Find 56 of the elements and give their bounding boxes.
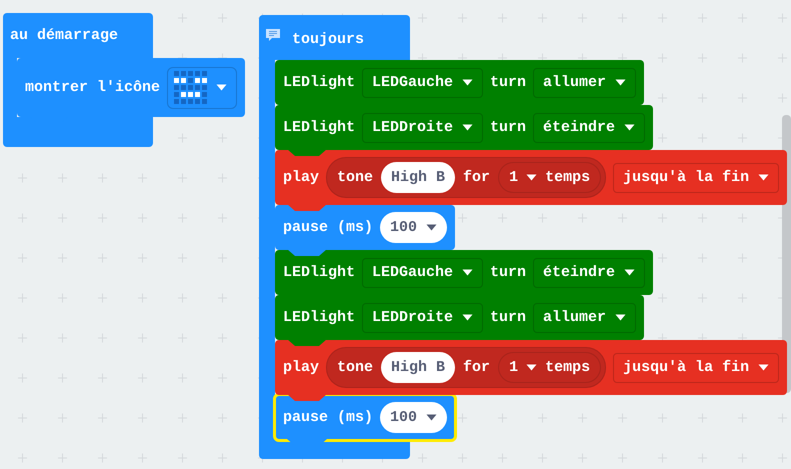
block-label: play bbox=[283, 359, 320, 376]
caret-icon bbox=[526, 174, 538, 181]
caret-icon bbox=[462, 269, 474, 276]
dropdown[interactable]: LEDDroite bbox=[362, 112, 484, 142]
caret-icon bbox=[624, 124, 636, 131]
caret-icon bbox=[624, 269, 636, 276]
caret-icon bbox=[758, 174, 770, 181]
block-label: toujours bbox=[292, 31, 364, 48]
block-label: play bbox=[283, 169, 320, 186]
dropdown[interactable]: LEDGauche bbox=[362, 258, 484, 288]
dropdown[interactable]: allumer bbox=[533, 68, 636, 98]
caret-icon bbox=[462, 124, 474, 131]
note-field[interactable]: High B bbox=[381, 352, 456, 383]
icon-dropdown[interactable] bbox=[167, 66, 238, 108]
caret-icon bbox=[426, 414, 438, 421]
caret-icon bbox=[615, 79, 626, 86]
block-label: LEDlight bbox=[283, 264, 356, 281]
caret-icon bbox=[462, 79, 474, 86]
block-label: montrer l'icône bbox=[25, 79, 160, 96]
caret-icon bbox=[758, 364, 770, 371]
note-field[interactable]: High B bbox=[381, 162, 456, 193]
dropdown[interactable]: éteindre bbox=[533, 112, 646, 142]
dropdown[interactable]: LEDDroite bbox=[362, 302, 484, 332]
dropdown[interactable]: LEDGauche bbox=[362, 68, 484, 98]
beat-dropdown[interactable]: 1 temps bbox=[498, 162, 602, 193]
caret-icon bbox=[615, 314, 626, 321]
loop-block-header[interactable]: toujours bbox=[259, 15, 410, 60]
number-dropdown[interactable]: 100 bbox=[380, 212, 448, 243]
block-label: au démarrage bbox=[10, 27, 118, 44]
caret-icon bbox=[216, 84, 228, 91]
dropdown[interactable]: jusqu'à la fin bbox=[613, 162, 780, 192]
block-label: pause (ms) bbox=[283, 409, 374, 426]
number-dropdown[interactable]: 100 bbox=[380, 402, 448, 433]
caret-icon bbox=[526, 364, 538, 371]
dropdown[interactable]: éteindre bbox=[533, 258, 646, 288]
caret-icon bbox=[462, 314, 474, 321]
caret-icon bbox=[426, 224, 438, 231]
start-block-header[interactable]: au démarrage bbox=[3, 13, 153, 58]
tone-reporter[interactable]: tone High B for 1 temps bbox=[326, 157, 606, 198]
block-label: tone bbox=[337, 359, 374, 376]
dropdown[interactable]: jusqu'à la fin bbox=[613, 352, 780, 382]
comment-icon[interactable] bbox=[266, 29, 280, 41]
block-label: for bbox=[463, 169, 490, 186]
block-label: LEDlight bbox=[283, 309, 356, 326]
block-label: pause (ms) bbox=[283, 219, 374, 236]
block-label: LEDlight bbox=[283, 74, 356, 91]
block-label: tone bbox=[337, 169, 374, 186]
block-label: turn bbox=[490, 74, 526, 91]
block-label: for bbox=[463, 359, 490, 376]
block-label: turn bbox=[490, 264, 526, 281]
tone-reporter[interactable]: tone High B for 1 temps bbox=[326, 347, 606, 388]
block-label: turn bbox=[490, 309, 526, 326]
dropdown[interactable]: allumer bbox=[533, 302, 636, 332]
block-label: turn bbox=[490, 119, 526, 136]
beat-dropdown[interactable]: 1 temps bbox=[498, 352, 602, 383]
block-label: LEDlight bbox=[283, 119, 356, 136]
